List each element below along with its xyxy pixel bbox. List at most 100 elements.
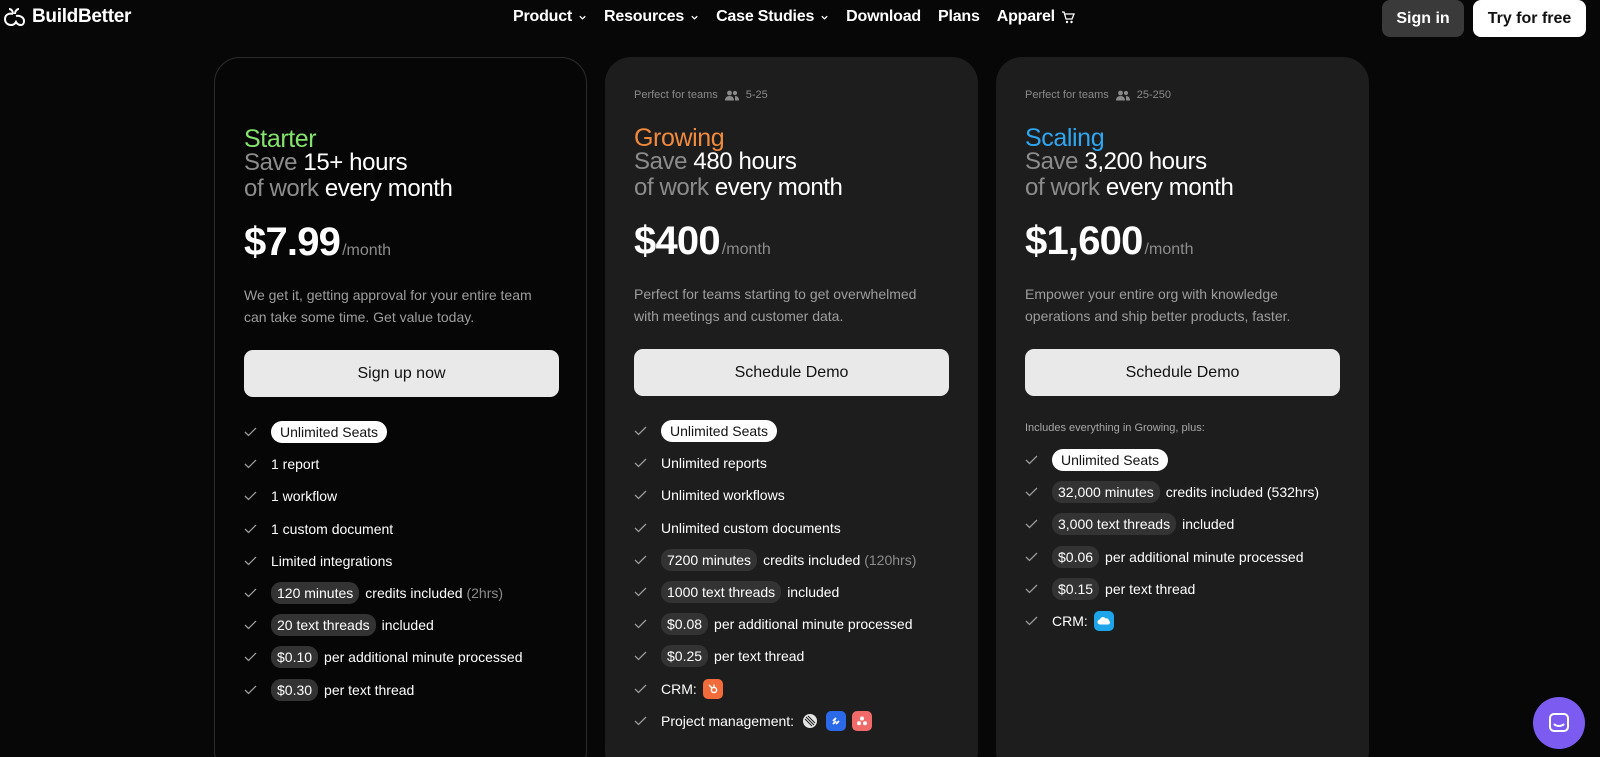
check-icon <box>244 492 257 501</box>
nav-plans[interactable]: Plans <box>938 8 980 26</box>
feature-text: credits included <box>763 551 861 568</box>
chevron-down-icon <box>579 15 586 20</box>
plan-cta-button[interactable]: Sign up now <box>244 350 559 397</box>
feature-text: included <box>787 584 840 601</box>
feature-item: Unlimited Seats <box>244 416 523 448</box>
save-amount: 3,200 hours <box>1084 148 1207 175</box>
nav-download[interactable]: Download <box>846 8 921 26</box>
feature-item: Unlimited custom documents <box>634 512 916 544</box>
price-period: /month <box>342 242 392 259</box>
feature-text: per text thread <box>1105 580 1196 597</box>
feature-item: $0.15 per text thread <box>1025 573 1319 605</box>
save-amount: 15+ hours <box>303 149 408 176</box>
sign-in-button[interactable]: Sign in <box>1382 0 1464 37</box>
feature-pill: $0.10 <box>271 646 319 669</box>
nav-apparel[interactable]: Apparel <box>997 8 1075 26</box>
save-mid: of work <box>634 174 709 201</box>
chat-icon <box>1549 713 1569 732</box>
perfect-for-text: Perfect for teams <box>634 89 718 101</box>
check-icon <box>634 587 647 597</box>
check-icon <box>244 685 257 695</box>
save-amount: 480 hours <box>693 148 797 175</box>
nav-plans-label: Plans <box>938 8 980 25</box>
feature-text: CRM: <box>661 680 697 697</box>
feature-pill: 1000 text threads <box>661 581 782 604</box>
feature-item: CRM: <box>1025 605 1319 637</box>
feature-text: 1 custom document <box>271 520 394 537</box>
nav-apparel-label: Apparel <box>996 8 1055 25</box>
feature-item: Limited integrations <box>244 545 523 577</box>
plan-savings: Save 480 hours of work every month <box>634 149 843 201</box>
feature-pill: 20 text threads <box>271 614 376 637</box>
save-suffix: every month <box>1105 174 1234 201</box>
feature-text: per additional minute processed <box>1105 548 1304 565</box>
feature-item: $0.06 per additional minute processed <box>1025 541 1319 573</box>
brand-logo[interactable]: BuildBetter <box>2 5 131 29</box>
nav-resources[interactable]: Resources <box>604 8 699 26</box>
check-icon <box>634 619 647 629</box>
feature-list: Unlimited Seats Unlimited reports Unlimite… <box>634 415 916 737</box>
asana-icon <box>852 710 873 731</box>
check-icon <box>244 588 257 598</box>
feature-text: 1 workflow <box>271 488 338 505</box>
feature-text: per additional minute processed <box>714 616 913 633</box>
people-icon <box>724 90 739 100</box>
check-icon <box>634 555 647 565</box>
feature-text: CRM: <box>1052 613 1088 630</box>
check-icon <box>244 427 257 437</box>
jira-icon <box>826 710 847 731</box>
feature-pill: Unlimited Seats <box>271 421 388 444</box>
nav-resources-label: Resources <box>604 8 685 25</box>
linear-icon <box>800 711 820 731</box>
plan-price: $400/month <box>634 219 771 264</box>
feature-pill: Unlimited Seats <box>1052 449 1169 472</box>
chat-launcher-button[interactable] <box>1533 697 1585 749</box>
price-amount: $1,600 <box>1025 219 1143 263</box>
feature-pill: Unlimited Seats <box>661 420 778 443</box>
feature-item: 120 minutes credits included (2hrs) <box>244 577 523 609</box>
nav-product[interactable]: Product <box>513 8 587 26</box>
plan-cta-button[interactable]: Schedule Demo <box>634 349 949 396</box>
feature-item: 20 text threads included <box>244 609 523 641</box>
feature-item: Unlimited Seats <box>634 415 916 447</box>
hubspot-icon <box>702 678 723 699</box>
feature-item: 1 workflow <box>244 480 523 512</box>
brand-name: BuildBetter <box>32 6 132 27</box>
try-for-free-button[interactable]: Try for free <box>1473 0 1586 37</box>
feature-text: per text thread <box>714 648 805 665</box>
plan-cta-button[interactable]: Schedule Demo <box>1025 349 1340 396</box>
check-icon <box>634 523 647 533</box>
check-icon <box>634 651 647 661</box>
plan-description: Perfect for teams starting to get overwh… <box>634 286 917 324</box>
team-size-range: 25-250 <box>1136 89 1172 101</box>
save-prefix: Save <box>244 149 298 176</box>
save-suffix: every month <box>714 174 843 201</box>
feature-pill: $0.08 <box>661 613 709 636</box>
feature-text: included <box>381 617 434 634</box>
feature-item: 1000 text threads included <box>634 576 916 608</box>
feature-pill: 120 minutes <box>271 582 360 605</box>
check-icon <box>244 620 257 630</box>
check-icon <box>634 458 647 468</box>
check-icon <box>634 491 647 500</box>
cart-icon <box>1061 10 1075 23</box>
feature-item: 1 custom document <box>244 513 523 545</box>
feature-pill: $0.30 <box>271 678 319 701</box>
feature-text: Limited integrations <box>271 552 393 569</box>
nav-case-studies[interactable]: Case Studies <box>716 8 829 26</box>
check-icon <box>244 556 257 566</box>
team-size-label: Perfect for teams 5-25 <box>634 89 768 101</box>
save-mid: of work <box>244 175 319 202</box>
feature-text: per text thread <box>324 681 415 698</box>
feature-text: credits included (532hrs) <box>1165 484 1320 501</box>
feature-item: Unlimited reports <box>634 447 916 479</box>
feature-pill: 7200 minutes <box>661 548 758 571</box>
plan-description: We get it, getting approval for your ent… <box>244 287 532 325</box>
check-icon <box>634 684 647 694</box>
check-icon <box>244 524 257 534</box>
feature-item: 7200 minutes credits included (120hrs) <box>634 544 916 576</box>
check-icon <box>1025 584 1038 594</box>
feature-item: 1 report <box>244 448 523 480</box>
feature-text: per additional minute processed <box>324 649 523 666</box>
feature-pill: $0.06 <box>1052 545 1100 568</box>
